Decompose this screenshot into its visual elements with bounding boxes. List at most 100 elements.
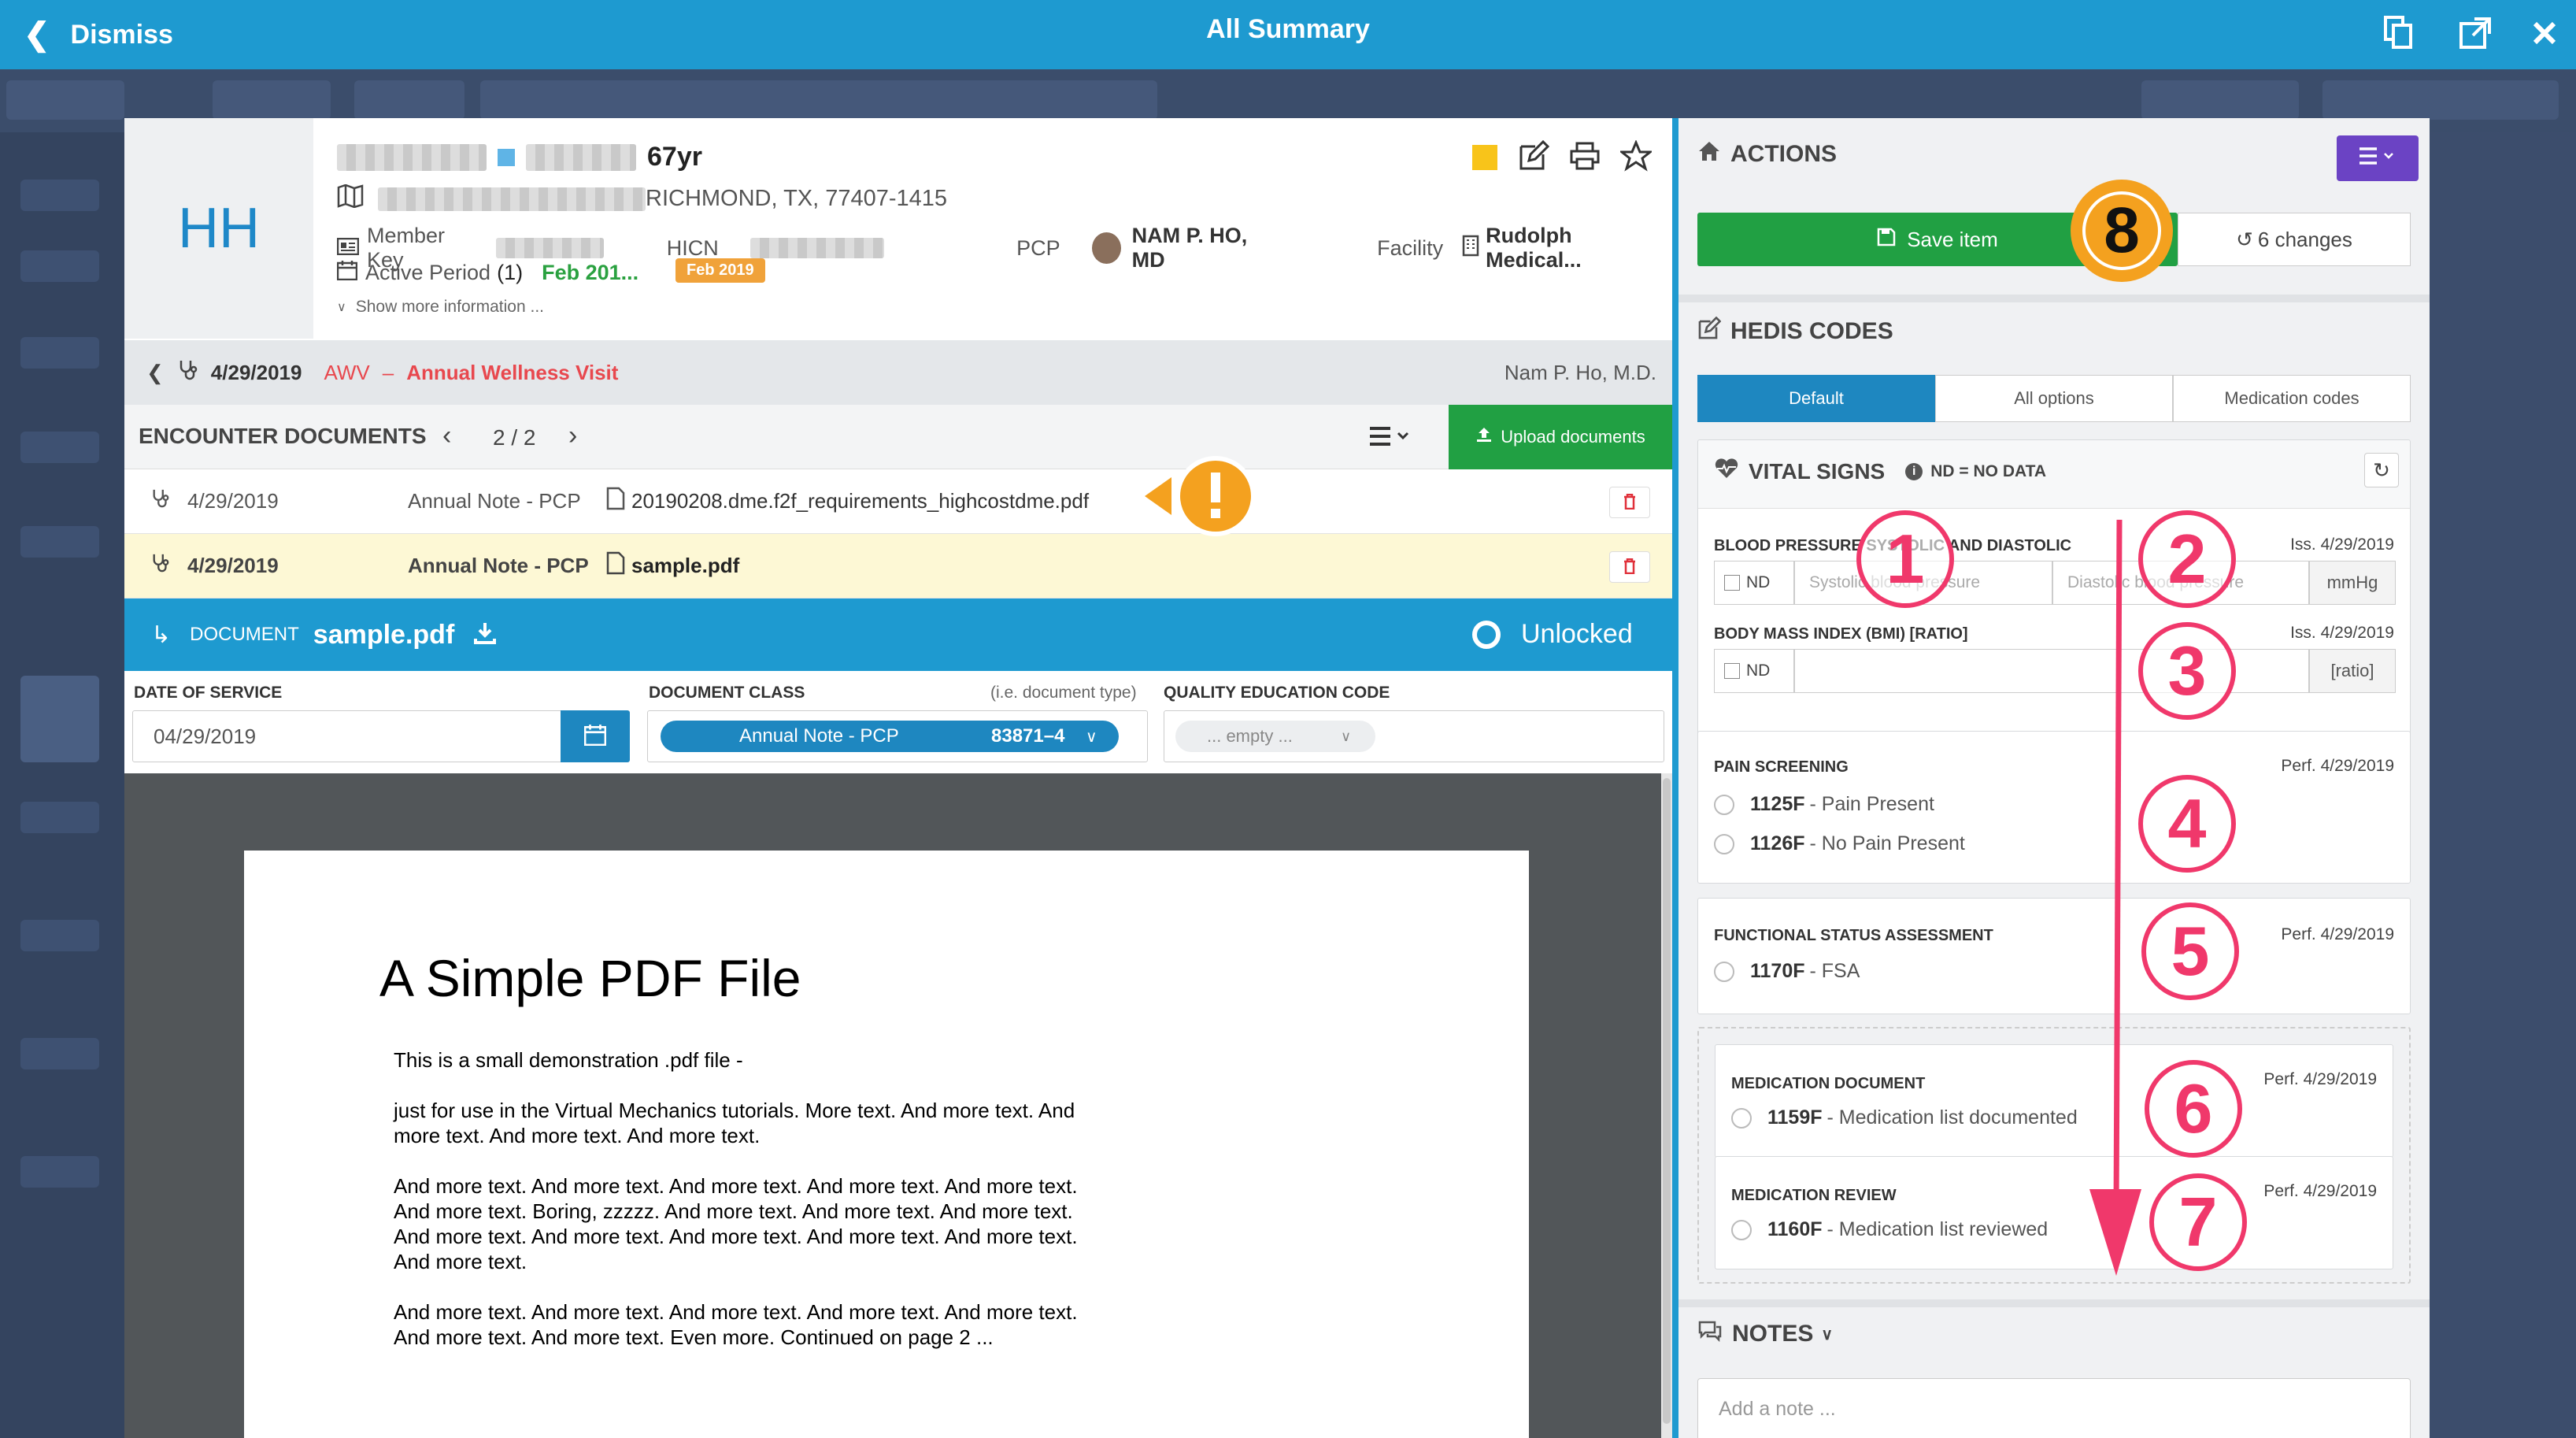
upload-documents-button[interactable]: Upload documents <box>1449 405 1672 469</box>
copy-icon[interactable] <box>2376 11 2420 55</box>
pdf-file-icon <box>606 551 625 580</box>
facility-name: Rudolph Medical... <box>1486 224 1582 272</box>
option-text: - Medication list documented <box>1827 1106 2078 1129</box>
bp-unit: mmHg <box>2309 561 2396 605</box>
changes-button[interactable]: ↺ 6 changes <box>2178 213 2411 266</box>
hamburger-menu-icon[interactable] <box>1368 422 1412 454</box>
med-list-reviewed-option[interactable]: 1160F - Medication list reviewed <box>1731 1218 2048 1241</box>
document-class-hint: (i.e. document type) <box>990 684 1137 702</box>
bp-nd-checkbox[interactable]: ND <box>1714 561 1794 605</box>
bmi-unit: [ratio] <box>2309 649 2396 693</box>
option-text: - FSA <box>1809 960 1860 982</box>
document-file[interactable]: sample.pdf <box>631 554 739 578</box>
download-icon[interactable] <box>473 621 497 649</box>
document-class-code: 83871–4 <box>991 725 1065 747</box>
dismiss-button[interactable]: ❮ Dismiss <box>24 13 173 57</box>
upload-icon <box>1475 426 1493 448</box>
address-row: RICHMOND, TX, 77407-1415 <box>337 183 947 213</box>
refresh-icon[interactable]: ↻ <box>2364 453 2399 487</box>
chevron-down-icon: ∨ <box>337 301 346 314</box>
sticky-note-icon[interactable] <box>1472 145 1497 170</box>
background-sidebar <box>0 132 124 1438</box>
print-icon[interactable] <box>1570 142 1600 174</box>
document-class-select[interactable]: Annual Note - PCP 83871–4 ∨ <box>647 710 1148 762</box>
annotation-marker-4: 4 <box>2138 775 2236 873</box>
pcp-name[interactable]: NAM P. HO, MD <box>1132 224 1275 272</box>
trash-icon <box>1623 555 1636 580</box>
annotation-marker-7: 7 <box>2149 1173 2247 1271</box>
history-icon: ↺ <box>2236 227 2253 251</box>
stethoscope-icon <box>151 553 170 579</box>
notes-header[interactable]: NOTES ∨ <box>1697 1320 1833 1348</box>
unlocked-toggle-icon[interactable] <box>1472 621 1501 649</box>
tab-default[interactable]: Default <box>1697 375 1935 422</box>
patient-name-row: 67yr <box>337 142 702 172</box>
tab-medication-codes[interactable]: Medication codes <box>2173 375 2411 422</box>
pdf-title: A Simple PDF File <box>379 949 801 1007</box>
pdf-scrollbar[interactable] <box>1661 773 1672 1438</box>
background-right <box>2430 132 2576 1438</box>
pdf-viewer[interactable]: A Simple PDF File This is a small demons… <box>124 773 1661 1438</box>
delete-document-button[interactable] <box>1609 487 1650 518</box>
qec-pill[interactable]: ... empty ... ∨ <box>1175 721 1375 752</box>
chevron-left-icon[interactable]: ❮ <box>146 361 164 385</box>
map-icon <box>337 183 364 213</box>
close-icon[interactable] <box>2522 11 2567 55</box>
tab-all-options[interactable]: All options <box>1935 375 2173 422</box>
radio-button[interactable] <box>1714 961 1734 982</box>
encounter-date: 4/29/2019 <box>210 360 302 384</box>
radio-button[interactable] <box>1714 794 1734 815</box>
document-class: Annual Note - PCP <box>408 489 581 513</box>
id-card-icon <box>336 236 360 261</box>
document-row-selected[interactable]: 4/29/2019 Annual Note - PCP sample.pdf <box>124 534 1672 599</box>
edit-icon[interactable] <box>1518 139 1550 176</box>
pager-prev-button[interactable]: ‹ <box>442 421 451 451</box>
pdf-paragraph: And more text. And more text. And more t… <box>394 1300 1078 1349</box>
bmi-nd-checkbox[interactable]: ND <box>1714 649 1794 693</box>
actions-header: ACTIONS <box>1697 140 1837 169</box>
document-class-pill[interactable]: Annual Note - PCP 83871–4 ∨ <box>661 721 1119 752</box>
pager-next-button[interactable]: › <box>568 421 577 451</box>
document-file[interactable]: 20190208.dme.f2f_requirements_highcostdm… <box>631 489 1089 513</box>
option-text: - Medication list reviewed <box>1827 1218 2049 1240</box>
chevron-down-icon: ∨ <box>1821 1325 1833 1343</box>
date-of-service-input[interactable]: 04/29/2019 <box>132 710 564 762</box>
document-class-value: Annual Note - PCP <box>739 725 899 747</box>
quality-education-code-select[interactable]: ... empty ... ∨ <box>1164 710 1664 762</box>
pcp-label: PCP <box>1016 235 1060 260</box>
med-review-label: MEDICATION REVIEW <box>1731 1187 1897 1204</box>
radio-button[interactable] <box>1731 1219 1752 1240</box>
chevron-left-icon: ❮ <box>24 17 50 52</box>
avatar: HH <box>124 118 313 339</box>
documents-title: ENCOUNTER DOCUMENTS <box>139 424 427 448</box>
no-pain-present-option[interactable]: 1126F - No Pain Present <box>1714 832 1965 855</box>
option-code: 1125F <box>1750 793 1805 815</box>
share-arrow-icon: ↳ <box>151 621 172 648</box>
annotation-marker-3: 3 <box>2138 622 2236 720</box>
delete-document-button[interactable] <box>1609 551 1650 583</box>
chevron-down-icon: ∨ <box>1086 728 1097 746</box>
upload-label: Upload documents <box>1501 427 1645 447</box>
functional-date: Perf. 4/29/2019 <box>2281 925 2394 943</box>
star-icon[interactable] <box>1618 139 1654 176</box>
document-date: 4/29/2019 <box>187 489 279 513</box>
annotation-marker-8-label: 8 <box>2104 195 2140 266</box>
qec-value: ... empty ... <box>1207 726 1293 746</box>
document-row[interactable]: 4/29/2019 Annual Note - PCP 20190208.dme… <box>124 469 1672 534</box>
show-more-link[interactable]: ∨ Show more information ... <box>337 298 544 317</box>
fsa-option[interactable]: 1170F - FSA <box>1714 960 1860 983</box>
active-period-value[interactable]: Feb 201... <box>542 261 638 285</box>
encounter-dash: – <box>382 360 394 384</box>
external-link-icon[interactable] <box>2453 11 2497 55</box>
top-bar: ❮ Dismiss All Summary <box>0 0 2576 69</box>
actions-menu-button[interactable] <box>2337 135 2419 181</box>
double-chevron-down-icon: ∨ <box>1341 728 1352 744</box>
document-name: sample.pdf <box>313 619 455 650</box>
date-picker-button[interactable] <box>561 710 630 762</box>
pain-present-option[interactable]: 1125F - Pain Present <box>1714 793 1934 816</box>
notes-input[interactable]: Add a note ... <box>1697 1378 2411 1438</box>
med-list-documented-option[interactable]: 1159F - Medication list documented <box>1731 1106 2078 1129</box>
radio-button[interactable] <box>1731 1107 1752 1129</box>
encounter-bar: ❮ 4/29/2019 AWV – Annual Wellness Visit … <box>124 340 1672 405</box>
radio-button[interactable] <box>1714 833 1734 854</box>
